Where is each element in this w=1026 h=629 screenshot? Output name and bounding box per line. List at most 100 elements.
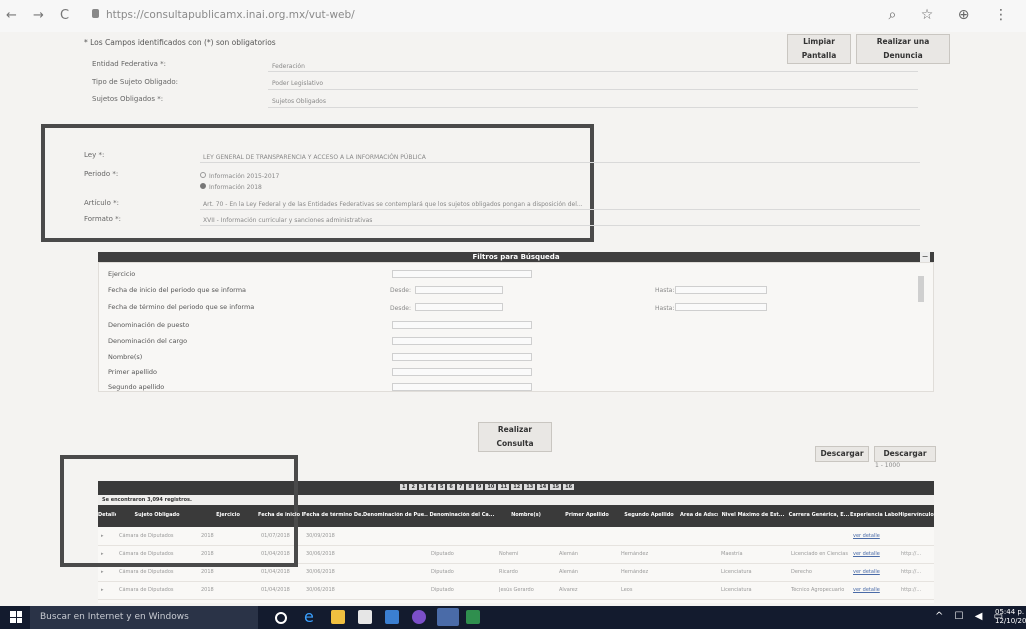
cargo-input[interactable] bbox=[392, 337, 532, 345]
formato-select[interactable]: XVII - Información curricular y sancione… bbox=[203, 217, 372, 224]
table-cell: Leos bbox=[621, 587, 633, 593]
table-cell: Nohemí bbox=[499, 551, 519, 557]
column-header[interactable]: Fecha de inicio D... bbox=[258, 512, 303, 518]
page-link[interactable]: 14 bbox=[537, 484, 549, 490]
table-cell: 2018 bbox=[201, 569, 214, 575]
ejercicio-input[interactable] bbox=[392, 270, 532, 278]
detail-expand-icon[interactable]: ▸ bbox=[101, 569, 115, 575]
primer-apellido-input[interactable] bbox=[392, 368, 532, 376]
table-row[interactable]: ▸ Cámara de Diputados 2018 01/04/2018 30/06/… bbox=[98, 581, 934, 600]
page-link[interactable]: 3 bbox=[418, 484, 427, 490]
column-header[interactable]: Denominación de Pue... bbox=[363, 512, 428, 518]
periodo-radio-2[interactable] bbox=[200, 183, 206, 189]
nombre-input[interactable] bbox=[392, 353, 532, 361]
table-cell: Hernández bbox=[621, 551, 649, 557]
experience-link[interactable]: ver detalle bbox=[853, 569, 897, 575]
table-cell: Diputado bbox=[431, 551, 454, 557]
filters-scrollbar[interactable] bbox=[918, 276, 924, 302]
file-explorer-icon[interactable] bbox=[331, 610, 345, 624]
page-link[interactable]: 10 bbox=[485, 484, 497, 490]
column-header[interactable]: Denominación del Ca... bbox=[428, 512, 496, 518]
query-button[interactable]: Realizar Consulta bbox=[478, 422, 552, 452]
app-icon[interactable] bbox=[466, 610, 480, 624]
ley-select[interactable]: LEY GENERAL DE TRANSPARENCIA Y ACCESO A … bbox=[203, 154, 426, 161]
desde-label: Desde: bbox=[390, 305, 411, 312]
column-header[interactable]: Fecha de término De... bbox=[303, 512, 363, 518]
desde-label: Desde: bbox=[390, 287, 411, 294]
address-bar[interactable]: https://consultapublicamx.inai.org.mx/vu… bbox=[106, 9, 355, 21]
column-header[interactable]: Área de Adscripción bbox=[680, 512, 718, 518]
page-link[interactable]: 13 bbox=[524, 484, 536, 490]
report-button[interactable]: Realizar una Denuncia bbox=[856, 34, 950, 64]
divider bbox=[200, 162, 920, 163]
column-header[interactable]: Ejercicio bbox=[198, 512, 258, 518]
page-link[interactable]: 2 bbox=[409, 484, 417, 490]
column-header[interactable]: Segundo Apellido bbox=[618, 512, 680, 518]
chrome-active-icon[interactable] bbox=[437, 608, 459, 626]
table-cell: Licenciatura bbox=[721, 587, 752, 593]
divider bbox=[200, 209, 920, 210]
windows-start-icon[interactable] bbox=[10, 611, 22, 623]
page-link[interactable]: 1 bbox=[400, 484, 408, 490]
table-cell: 30/06/2018 bbox=[306, 569, 335, 575]
hasta-label: Hasta: bbox=[655, 305, 675, 312]
table-cell: Ricardo bbox=[499, 569, 518, 575]
entidad-select[interactable]: Federación bbox=[272, 63, 305, 70]
table-cell: http://... bbox=[901, 587, 922, 593]
table-cell: 30/06/2018 bbox=[306, 587, 335, 593]
required-note: * Los Campos identificados con (*) son o… bbox=[84, 38, 276, 47]
download-button-1[interactable]: Descargar bbox=[815, 446, 869, 462]
column-header[interactable]: Detalle bbox=[98, 512, 116, 518]
page-link[interactable]: 16 bbox=[563, 484, 575, 490]
filter-primer-apellido-label: Primer apellido bbox=[108, 368, 157, 376]
filter-ejercicio-label: Ejercicio bbox=[108, 270, 136, 278]
column-header[interactable]: Nivel Máximo de Est... bbox=[718, 512, 788, 518]
divider bbox=[268, 89, 918, 90]
experience-link[interactable]: ver detalle bbox=[853, 533, 897, 539]
page-link[interactable]: 12 bbox=[511, 484, 523, 490]
fecha-termino-desde-input[interactable] bbox=[415, 303, 503, 311]
periodo-radio-1[interactable] bbox=[200, 172, 206, 178]
puesto-input[interactable] bbox=[392, 321, 532, 329]
tipo-label: Tipo de Sujeto Obligado: bbox=[92, 78, 178, 86]
column-header[interactable]: Experiencia Laboral bbox=[850, 512, 898, 518]
sujetos-select[interactable]: Sujetos Obligados bbox=[272, 98, 326, 105]
clear-screen-button[interactable]: Limpiar Pantalla bbox=[787, 34, 851, 64]
browser-nav-icons[interactable]: ← → C bbox=[6, 8, 75, 23]
page-link[interactable]: 6 bbox=[447, 484, 455, 490]
download-button-2[interactable]: Descargar bbox=[874, 446, 936, 462]
periodo-option-2: Información 2018 bbox=[209, 184, 262, 191]
fecha-termino-hasta-input[interactable] bbox=[675, 303, 767, 311]
column-header[interactable]: Sujeto Obligado bbox=[116, 512, 198, 518]
column-header[interactable]: Primer Apellido bbox=[556, 512, 618, 518]
experience-link[interactable]: ver detalle bbox=[853, 587, 897, 593]
page-link[interactable]: 8 bbox=[466, 484, 474, 490]
fecha-inicio-desde-input[interactable] bbox=[415, 286, 503, 294]
detail-expand-icon[interactable]: ▸ bbox=[101, 587, 115, 593]
browser-tool-icons[interactable]: ⌕ ☆ ⊕ ⋮ bbox=[889, 7, 1018, 23]
store-icon[interactable] bbox=[358, 610, 372, 624]
segundo-apellido-input[interactable] bbox=[392, 383, 532, 391]
column-header[interactable]: Hipervínculo bbox=[898, 512, 934, 518]
fecha-inicio-hasta-input[interactable] bbox=[675, 286, 767, 294]
clock[interactable]: 05:44 p. m. 12/10/2018 bbox=[995, 608, 1026, 626]
page-link[interactable]: 15 bbox=[550, 484, 562, 490]
page-link[interactable]: 11 bbox=[498, 484, 510, 490]
articulo-select[interactable]: Art. 70 - En la Ley Federal y de las Ent… bbox=[203, 201, 583, 208]
collapse-icon[interactable]: − bbox=[920, 252, 930, 262]
experience-link[interactable]: ver detalle bbox=[853, 551, 897, 557]
page-link[interactable]: 9 bbox=[475, 484, 484, 490]
table-cell: Diputado bbox=[431, 569, 454, 575]
filters-title: Filtros para Búsqueda bbox=[472, 253, 560, 261]
app-icon[interactable] bbox=[385, 610, 399, 624]
task-view-icon[interactable] bbox=[275, 612, 287, 624]
edge-icon[interactable]: e bbox=[304, 609, 318, 625]
column-header[interactable]: Carrera Genérica, E... bbox=[788, 512, 850, 518]
tipo-select[interactable]: Poder Legislativo bbox=[272, 80, 323, 87]
table-cell: Alvarez bbox=[559, 587, 578, 593]
skype-icon[interactable] bbox=[412, 610, 426, 624]
page-link[interactable]: 5 bbox=[437, 484, 446, 490]
column-header[interactable]: Nombre(s) bbox=[496, 512, 556, 518]
page-link[interactable]: 7 bbox=[456, 484, 465, 490]
page-link[interactable]: 4 bbox=[428, 484, 436, 490]
